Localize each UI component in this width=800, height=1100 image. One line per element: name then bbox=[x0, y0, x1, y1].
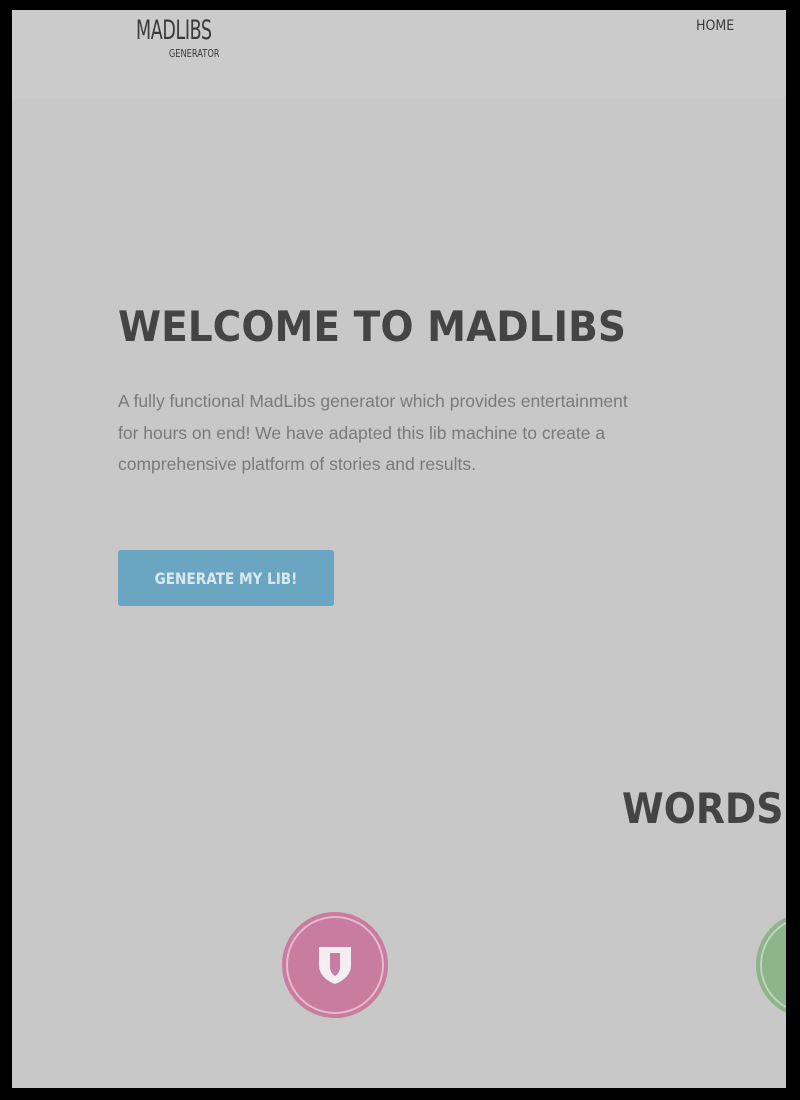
site-logo[interactable]: MADLIBS GENERATOR bbox=[136, 16, 226, 66]
hero-title: WELCOME TO MADLIBS bbox=[118, 302, 626, 351]
logo-title: MADLIBS bbox=[136, 15, 212, 46]
feature-circle-green bbox=[756, 912, 786, 1018]
feature-circle-pink bbox=[282, 912, 388, 1018]
nav-home-link[interactable]: HOME bbox=[696, 18, 734, 34]
section-title: WORDS C bbox=[622, 784, 786, 833]
logo-subtitle: GENERATOR bbox=[169, 47, 220, 60]
generate-lib-button-label: GENERATE MY LIB! bbox=[154, 568, 298, 588]
hero-description: A fully functional MadLibs generator whi… bbox=[118, 391, 628, 474]
top-navbar: MADLIBS GENERATOR HOME bbox=[12, 10, 786, 98]
hero-section: WELCOME TO MADLIBS A fully functional Ma… bbox=[12, 98, 786, 740]
words-section: WORDS C bbox=[12, 740, 786, 1088]
shield-icon bbox=[319, 947, 351, 984]
browser-viewport: MADLIBS GENERATOR HOME WELCOME TO MADLIB… bbox=[12, 10, 786, 1088]
generate-lib-button[interactable]: GENERATE MY LIB! bbox=[118, 550, 334, 606]
